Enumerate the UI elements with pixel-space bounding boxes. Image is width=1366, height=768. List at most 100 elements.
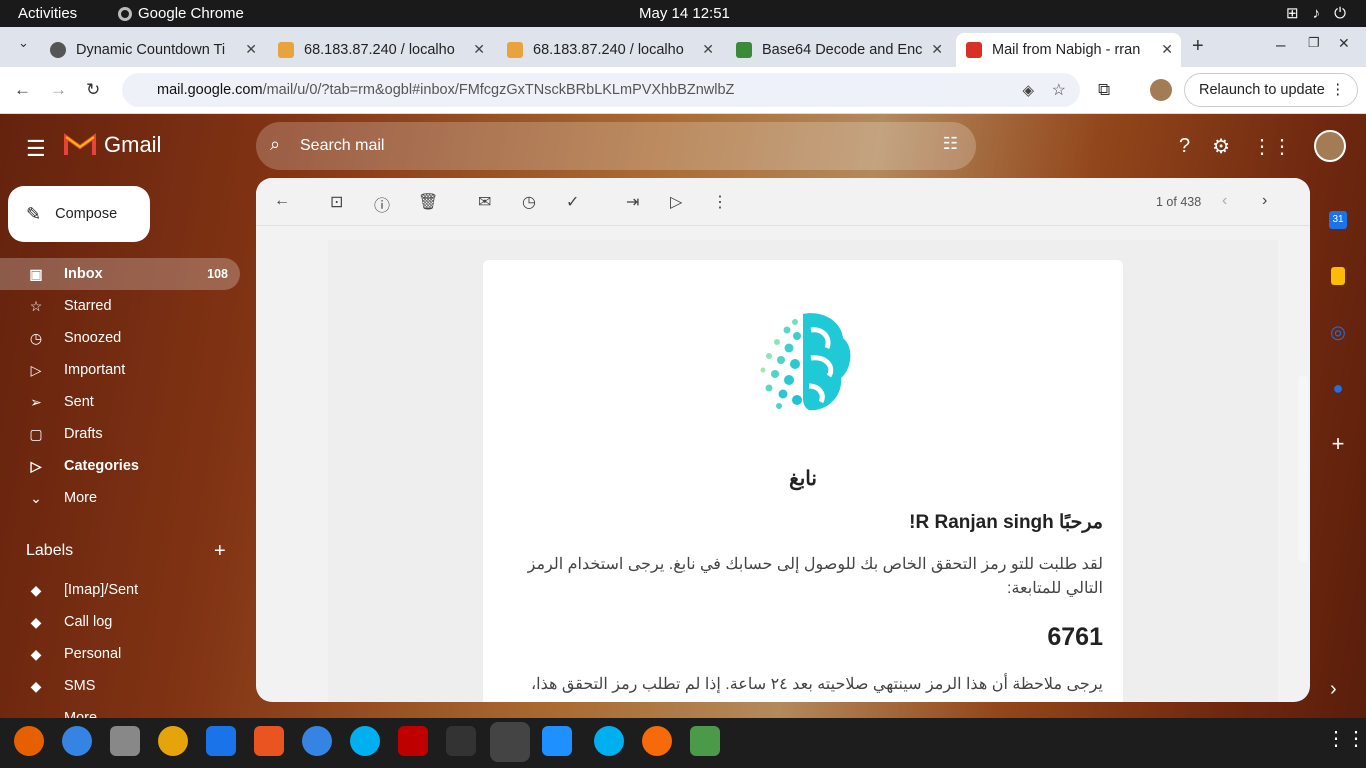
skype-alt-icon[interactable]: [594, 726, 624, 756]
thunderbird-icon[interactable]: [62, 726, 92, 756]
back-to-inbox-icon[interactable]: ←: [274, 192, 290, 210]
network-icon[interactable]: ⊞: [1286, 4, 1299, 22]
search-options-icon[interactable]: ☷: [943, 134, 958, 154]
verification-code[interactable]: 6761: [1047, 623, 1103, 652]
more-vert-icon[interactable]: ⋮: [1331, 82, 1346, 98]
report-spam-icon[interactable]: ⓘ: [374, 192, 390, 216]
account-avatar[interactable]: [1314, 130, 1346, 162]
new-tab-icon[interactable]: +: [1192, 35, 1204, 58]
archive-icon[interactable]: ⊡: [330, 192, 343, 212]
gmail-logo[interactable]: Gmail: [64, 132, 161, 158]
writer-icon[interactable]: [206, 726, 236, 756]
chrome-icon: [118, 6, 132, 21]
postman-icon[interactable]: [642, 726, 672, 756]
get-addons-icon[interactable]: +: [1318, 416, 1358, 472]
vertical-scrollbar[interactable]: [1298, 376, 1308, 562]
relaunch-button[interactable]: Relaunch to update ⋮: [1184, 73, 1358, 107]
maximize-icon[interactable]: ❐: [1308, 35, 1320, 51]
apps-grid-icon[interactable]: ⋮⋮: [1252, 134, 1292, 159]
files-icon[interactable]: [110, 726, 140, 756]
mark-unread-icon[interactable]: ✉: [478, 192, 491, 212]
firefox-icon[interactable]: [14, 726, 44, 756]
show-apps-icon[interactable]: ⋮⋮: [1326, 726, 1366, 756]
system-tray[interactable]: ⊞ ♪ ⏻: [1286, 4, 1346, 23]
browser-tab[interactable]: 68.183.87.240 / localho ✕: [268, 33, 493, 67]
gear-icon[interactable]: ⚙: [1212, 134, 1230, 159]
show-side-panel-icon[interactable]: ›: [1330, 678, 1337, 701]
help-app-icon[interactable]: [302, 726, 332, 756]
clock[interactable]: May 14 12:51: [639, 5, 730, 22]
sidebar-item-starred[interactable]: ☆ Starred: [0, 290, 250, 322]
bookmark-star-icon[interactable]: ☆: [1052, 80, 1066, 100]
move-to-icon[interactable]: ⇥: [626, 192, 639, 212]
extension-icon[interactable]: ◈: [1022, 81, 1034, 99]
rhythmbox-icon[interactable]: [158, 726, 188, 756]
label-item[interactable]: ◆ [Imap]/Sent: [0, 574, 250, 606]
url-domain: mail.google.com: [157, 82, 263, 98]
profile-avatar[interactable]: [1150, 79, 1172, 101]
close-icon[interactable]: ✕: [1161, 41, 1173, 58]
tab-title: 68.183.87.240 / localho: [533, 42, 684, 58]
sidebar-item-sent[interactable]: ➢ Sent: [0, 386, 250, 418]
sidebar-item-snoozed[interactable]: ◷ Snoozed: [0, 322, 250, 354]
tab-favicon: [736, 42, 752, 58]
software-icon[interactable]: [254, 726, 284, 756]
volume-icon[interactable]: ♪: [1313, 5, 1321, 22]
browser-tab[interactable]: Base64 Decode and Enc ✕: [726, 33, 951, 67]
close-icon[interactable]: ✕: [702, 41, 714, 58]
add-label-icon[interactable]: +: [214, 540, 226, 563]
app-menu[interactable]: Google Chrome: [118, 5, 244, 22]
extensions-icon[interactable]: ⧉: [1098, 80, 1110, 100]
label-item[interactable]: ◆ Personal: [0, 638, 250, 670]
help-icon[interactable]: ?: [1179, 135, 1190, 158]
side-panel-rail: 31 ◎ ● +: [1318, 192, 1358, 472]
trash-icon[interactable]: [690, 726, 720, 756]
sidebar-item-categories[interactable]: ▷ Categories: [0, 450, 250, 482]
browser-tab-active[interactable]: Mail from Nabigh - rran ✕: [956, 33, 1181, 67]
minimize-icon[interactable]: –: [1276, 35, 1285, 55]
calendar-icon[interactable]: 31: [1318, 192, 1358, 248]
browser-tab[interactable]: Dynamic Countdown Ti ✕: [40, 33, 265, 67]
back-icon[interactable]: ←: [14, 80, 31, 100]
sidebar-item-drafts[interactable]: ▢ Drafts: [0, 418, 250, 450]
search-input[interactable]: ⌕ Search mail ☷: [256, 122, 976, 170]
add-task-icon[interactable]: ✓: [566, 192, 579, 212]
forward-icon[interactable]: →: [50, 80, 67, 100]
close-icon[interactable]: ✕: [245, 41, 257, 58]
browser-tab[interactable]: 68.183.87.240 / localho ✕: [497, 33, 722, 67]
window-close-icon[interactable]: ✕: [1338, 35, 1350, 52]
keep-icon[interactable]: [1318, 248, 1358, 304]
filezilla-icon[interactable]: [398, 726, 428, 756]
compose-button[interactable]: ✎ Compose: [8, 186, 150, 242]
sidebar-item-important[interactable]: ▷ Important: [0, 354, 250, 386]
skype-icon[interactable]: [350, 726, 380, 756]
label-as-icon[interactable]: ▷: [670, 192, 682, 212]
tab-search-icon[interactable]: ⌄: [18, 35, 29, 51]
reload-icon[interactable]: ↻: [86, 80, 100, 100]
main-menu-icon[interactable]: ☰: [26, 136, 46, 162]
vscode-icon[interactable]: [542, 726, 572, 756]
tasks-icon[interactable]: ◎: [1318, 304, 1358, 360]
relaunch-label: Relaunch to update: [1199, 82, 1325, 98]
sidebar-item-inbox[interactable]: ▣ Inbox 108: [0, 258, 240, 290]
activities-button[interactable]: Activities: [18, 5, 77, 22]
tab-favicon: [507, 42, 523, 58]
newer-icon[interactable]: ‹: [1222, 192, 1227, 210]
delete-icon[interactable]: 🗑: [418, 192, 438, 212]
close-icon[interactable]: ✕: [931, 41, 943, 58]
star-icon: ☆: [29, 298, 43, 314]
sidebar-item-more[interactable]: ⌄ More: [0, 482, 250, 514]
more-vert-icon[interactable]: ⋮: [712, 192, 728, 212]
label-item[interactable]: ◆ SMS: [0, 670, 250, 702]
label-item[interactable]: ◆ Call log: [0, 606, 250, 638]
address-bar[interactable]: mail.google.com/mail/u/0/?tab=rm&ogbl#in…: [122, 73, 1080, 107]
power-icon[interactable]: ⏻: [1334, 5, 1346, 22]
terminal-icon[interactable]: [446, 726, 476, 756]
older-icon[interactable]: ›: [1262, 192, 1267, 210]
chrome-dock-icon[interactable]: [490, 722, 530, 762]
close-icon[interactable]: ✕: [473, 41, 485, 58]
snooze-icon[interactable]: ◷: [522, 192, 536, 212]
contacts-icon[interactable]: ●: [1318, 360, 1358, 416]
search-icon[interactable]: ⌕: [270, 134, 280, 155]
email-paragraph-2: يرجى ملاحظة أن هذا الرمز سينتهي صلاحيته …: [531, 676, 1103, 693]
